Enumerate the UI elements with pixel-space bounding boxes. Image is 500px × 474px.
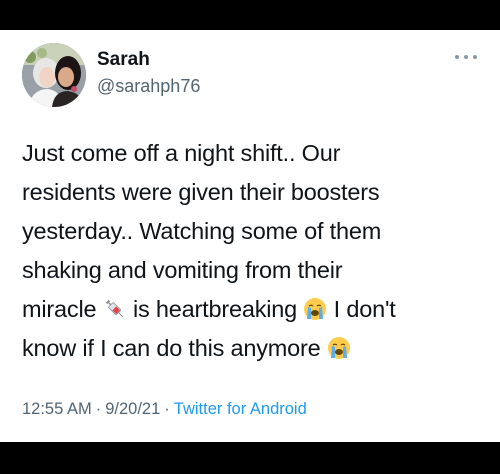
more-dot bbox=[473, 55, 477, 59]
screenshot-frame: Sarah @sarahph76 Just come off a night s… bbox=[0, 0, 500, 474]
more-dot bbox=[455, 55, 459, 59]
meta-separator: · bbox=[164, 400, 170, 418]
tweet-card: Sarah @sarahph76 Just come off a night s… bbox=[0, 30, 500, 442]
syringe-emoji bbox=[105, 299, 123, 318]
tweet-date[interactable]: 9/20/21 bbox=[105, 400, 160, 418]
more-options-icon[interactable] bbox=[455, 52, 477, 62]
author-display-name[interactable]: Sarah bbox=[97, 48, 150, 72]
tweet-line: residents were given their boosters bbox=[22, 179, 380, 205]
meta-separator: · bbox=[95, 400, 102, 418]
avatar[interactable] bbox=[22, 43, 86, 107]
tweet-source-link[interactable]: Twitter for Android bbox=[174, 400, 307, 418]
tweet-line: miracle is heartbreaking I don't bbox=[22, 290, 482, 329]
loudly-crying-face-emoji bbox=[327, 337, 350, 359]
tweet-line: know if I can do this anymore bbox=[22, 329, 482, 368]
tweet-text: Just come off a night shift.. Our reside… bbox=[22, 134, 482, 368]
tweet-text-segment: know if I can do this anymore bbox=[22, 335, 327, 361]
tweet-text-segment: is heartbreaking bbox=[126, 296, 304, 322]
author-handle[interactable]: @sarahph76 bbox=[97, 74, 200, 98]
avatar-photo bbox=[22, 43, 86, 107]
tweet-line: yesterday.. Watching some of them bbox=[22, 218, 382, 244]
tweet-line: shaking and vomiting from their bbox=[22, 257, 343, 283]
more-dot bbox=[464, 55, 468, 59]
tweet-line: Just come off a night shift.. Our bbox=[22, 140, 341, 166]
tweet-metadata: 12:55 AM · 9/20/21 · Twitter for Android bbox=[22, 398, 307, 420]
tweet-time[interactable]: 12:55 AM bbox=[22, 400, 92, 418]
tweet-text-segment: miracle bbox=[22, 296, 103, 322]
tweet-text-segment: I don't bbox=[327, 296, 396, 322]
loudly-crying-face-emoji bbox=[304, 298, 327, 320]
